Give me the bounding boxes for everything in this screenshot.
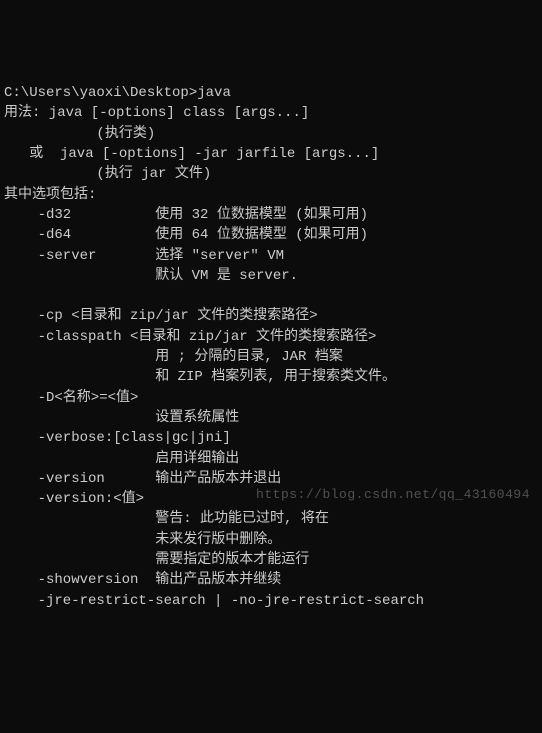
output-line: -cp <目录和 zip/jar 文件的类搜索路径> <box>4 308 318 324</box>
output-line: 和 ZIP 档案列表, 用于搜索类文件。 <box>4 369 396 385</box>
output-line: 其中选项包括: <box>4 187 96 203</box>
output-line: 启用详细输出 <box>4 451 239 467</box>
output-line: -d32 使用 32 位数据模型 (如果可用) <box>4 207 368 223</box>
prompt-path: C:\Users\yaoxi\Desktop> <box>4 85 197 101</box>
output-line: -jre-restrict-search | -no-jre-restrict-… <box>4 593 424 609</box>
output-line: 警告: 此功能已过时, 将在 <box>4 511 329 527</box>
output-line: -classpath <目录和 zip/jar 文件的类搜索路径> <box>4 329 376 345</box>
output-line: (执行 jar 文件) <box>4 166 211 182</box>
output-line: (执行类) <box>4 126 155 142</box>
output-line: 或 java [-options] -jar jarfile [args...] <box>4 146 379 162</box>
output-line: 设置系统属性 <box>4 410 239 426</box>
output-line: 未来发行版中删除。 <box>4 532 281 548</box>
terminal-window[interactable]: C:\Users\yaoxi\Desktop>java 用法: java [-o… <box>4 83 538 611</box>
output-line: 默认 VM 是 server. <box>4 268 298 284</box>
output-line: 用法: java [-options] class [args...] <box>4 105 309 121</box>
output-line: -verbose:[class|gc|jni] <box>4 430 231 446</box>
watermark-text: https://blog.csdn.net/qq_43160494 <box>256 486 530 505</box>
output-line: -version 输出产品版本并退出 <box>4 471 281 487</box>
output-line: -version:<值> <box>4 491 144 507</box>
output-line: 用 ; 分隔的目录, JAR 档案 <box>4 349 343 365</box>
output-line: 需要指定的版本才能运行 <box>4 552 309 568</box>
output-line: -D<名称>=<值> <box>4 390 138 406</box>
typed-command: java <box>197 85 231 101</box>
output-line: -d64 使用 64 位数据模型 (如果可用) <box>4 227 368 243</box>
output-line: -server 选择 "server" VM <box>4 248 284 264</box>
output-line: -showversion 输出产品版本并继续 <box>4 572 281 588</box>
